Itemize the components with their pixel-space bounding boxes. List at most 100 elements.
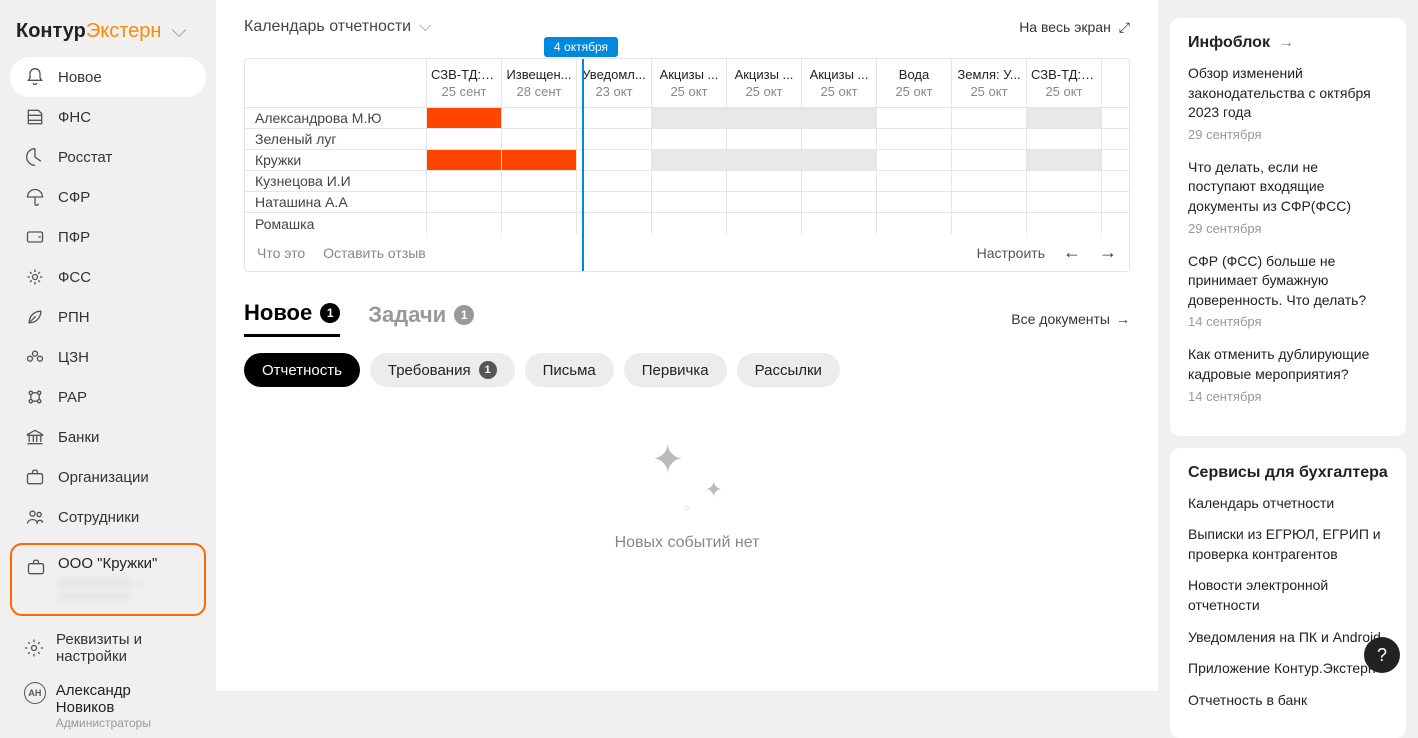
calendar-cell[interactable] [427, 150, 502, 170]
calendar-row-name[interactable]: Кузнецова И.И [245, 171, 427, 191]
nav-settings[interactable]: Реквизиты и настройки [10, 622, 206, 674]
calendar-cell[interactable] [1102, 213, 1130, 234]
service-link[interactable]: Выписки из ЕГРЮЛ, ЕГРИП и проверка контр… [1188, 525, 1388, 564]
calendar-cell[interactable] [802, 108, 877, 128]
calendar-title[interactable]: Календарь отчетности ⌵ [244, 18, 431, 36]
nav-rosstat[interactable]: Росстат [10, 137, 206, 177]
calendar-cell[interactable] [652, 150, 727, 170]
nav-banks[interactable]: Банки [10, 417, 206, 457]
calendar-cell[interactable] [1027, 192, 1102, 212]
chip-reports[interactable]: Отчетность [244, 353, 360, 387]
arrow-right-icon[interactable]: → [1278, 34, 1294, 52]
calendar-row-name[interactable]: Зеленый луг [245, 129, 427, 149]
calendar-column[interactable]: Земля: У...25 окт [952, 59, 1027, 107]
calendar-cell[interactable] [952, 129, 1027, 149]
calendar-cell[interactable] [577, 129, 652, 149]
nav-rar[interactable]: РАР [10, 377, 206, 417]
nav-pfr[interactable]: ПФР [10, 217, 206, 257]
nav-fss[interactable]: ФСС [10, 257, 206, 297]
chip-primary[interactable]: Первичка [624, 353, 727, 387]
calendar-column[interactable]: Акцизы ...25 окт [802, 59, 877, 107]
nav-rpn[interactable]: РПН [10, 297, 206, 337]
nav-czn[interactable]: ЦЗН [10, 337, 206, 377]
help-button[interactable]: ? [1364, 637, 1400, 673]
calendar-cell[interactable] [1102, 108, 1130, 128]
calendar-cell[interactable] [652, 108, 727, 128]
news-item[interactable]: Как отменить дублирующие кадровые меропр… [1188, 345, 1388, 403]
calendar-row-name[interactable]: Наташина А.А [245, 192, 427, 212]
calendar-cell[interactable] [1027, 129, 1102, 149]
calendar-cell[interactable] [877, 171, 952, 191]
feedback-link[interactable]: Оставить отзыв [323, 245, 426, 261]
logo[interactable]: КонтурЭкстерн ⌵ [10, 20, 206, 57]
calendar-cell[interactable] [877, 108, 952, 128]
calendar-cell[interactable] [1027, 171, 1102, 191]
calendar-cell[interactable] [727, 129, 802, 149]
calendar-cell[interactable] [652, 192, 727, 212]
calendar-cell[interactable] [952, 150, 1027, 170]
calendar-cell[interactable] [577, 192, 652, 212]
news-item[interactable]: Обзор изменений законодательства с октяб… [1188, 64, 1388, 142]
nav-orgs[interactable]: Организации [10, 457, 206, 497]
calendar-cell[interactable] [802, 213, 877, 234]
calendar-row-name[interactable]: Александрова М.Ю [245, 108, 427, 128]
service-link[interactable]: Приложение Контур.Экстерн [1188, 659, 1388, 679]
calendar-cell[interactable] [952, 213, 1027, 234]
prev-arrow-icon[interactable]: ← [1063, 242, 1081, 263]
calendar-cell[interactable] [952, 171, 1027, 191]
calendar-column[interactable]: Акцизы ...25 окт [652, 59, 727, 107]
fullscreen-button[interactable]: На весь экран ⤢ [1019, 19, 1130, 36]
chip-requirements[interactable]: Требования1 [370, 353, 515, 387]
calendar-cell[interactable] [877, 150, 952, 170]
calendar-cell[interactable] [577, 150, 652, 170]
calendar-cell[interactable] [877, 129, 952, 149]
service-link[interactable]: Календарь отчетности [1188, 494, 1388, 514]
calendar-row-name[interactable]: Кружки [245, 150, 427, 170]
calendar-cell[interactable] [1027, 150, 1102, 170]
current-org[interactable]: ООО "Кружки" XXXXXXXXX — XXXXXXXXX [10, 543, 206, 616]
calendar-cell[interactable] [502, 171, 577, 191]
nav-new[interactable]: Новое [10, 57, 206, 97]
nav-employees[interactable]: Сотрудники [10, 497, 206, 537]
calendar-cell[interactable] [427, 129, 502, 149]
calendar-cell[interactable] [802, 192, 877, 212]
calendar-cell[interactable] [502, 108, 577, 128]
calendar-column[interactable]: Уведомл...23 окт [577, 59, 652, 107]
chip-mailing[interactable]: Рассылки [737, 353, 840, 387]
calendar-cell[interactable] [727, 150, 802, 170]
calendar-cell[interactable] [727, 171, 802, 191]
news-item[interactable]: СФР (ФСС) больше не принимает бумажную д… [1188, 252, 1388, 330]
calendar-cell[interactable] [802, 129, 877, 149]
nav-fns[interactable]: ФНС [10, 97, 206, 137]
calendar-cell[interactable] [502, 192, 577, 212]
service-link[interactable]: Уведомления на ПК и Android [1188, 628, 1388, 648]
news-item[interactable]: Что делать, если не поступают входящие д… [1188, 158, 1388, 236]
calendar-cell[interactable] [502, 213, 577, 234]
calendar-cell[interactable] [952, 192, 1027, 212]
calendar-cell[interactable] [1102, 150, 1130, 170]
what-is-this-link[interactable]: Что это [257, 245, 305, 261]
calendar-cell[interactable] [727, 192, 802, 212]
calendar-cell[interactable] [1102, 171, 1130, 191]
calendar-column[interactable]: Из [1102, 59, 1130, 107]
next-arrow-icon[interactable]: → [1099, 242, 1117, 263]
calendar-row-name[interactable]: Ромашка [245, 213, 427, 234]
calendar-cell[interactable] [727, 213, 802, 234]
calendar-cell[interactable] [652, 129, 727, 149]
configure-link[interactable]: Настроить [977, 245, 1045, 261]
service-link[interactable]: Отчетность в банк [1188, 691, 1388, 711]
current-user[interactable]: АН Александр Новиков Администраторы [10, 674, 206, 738]
service-link[interactable]: Новости электронной отчетности [1188, 576, 1388, 615]
calendar-cell[interactable] [877, 213, 952, 234]
calendar-cell[interactable] [1102, 129, 1130, 149]
calendar-cell[interactable] [727, 108, 802, 128]
calendar-column[interactable]: Акцизы ...25 окт [727, 59, 802, 107]
calendar-cell[interactable] [427, 171, 502, 191]
calendar-cell[interactable] [802, 171, 877, 191]
calendar-cell[interactable] [577, 171, 652, 191]
calendar-column[interactable]: СЗВ-ТД: Е...25 сент [427, 59, 502, 107]
calendar-cell[interactable] [802, 150, 877, 170]
calendar-cell[interactable] [427, 108, 502, 128]
calendar-cell[interactable] [427, 192, 502, 212]
calendar-cell[interactable] [877, 192, 952, 212]
